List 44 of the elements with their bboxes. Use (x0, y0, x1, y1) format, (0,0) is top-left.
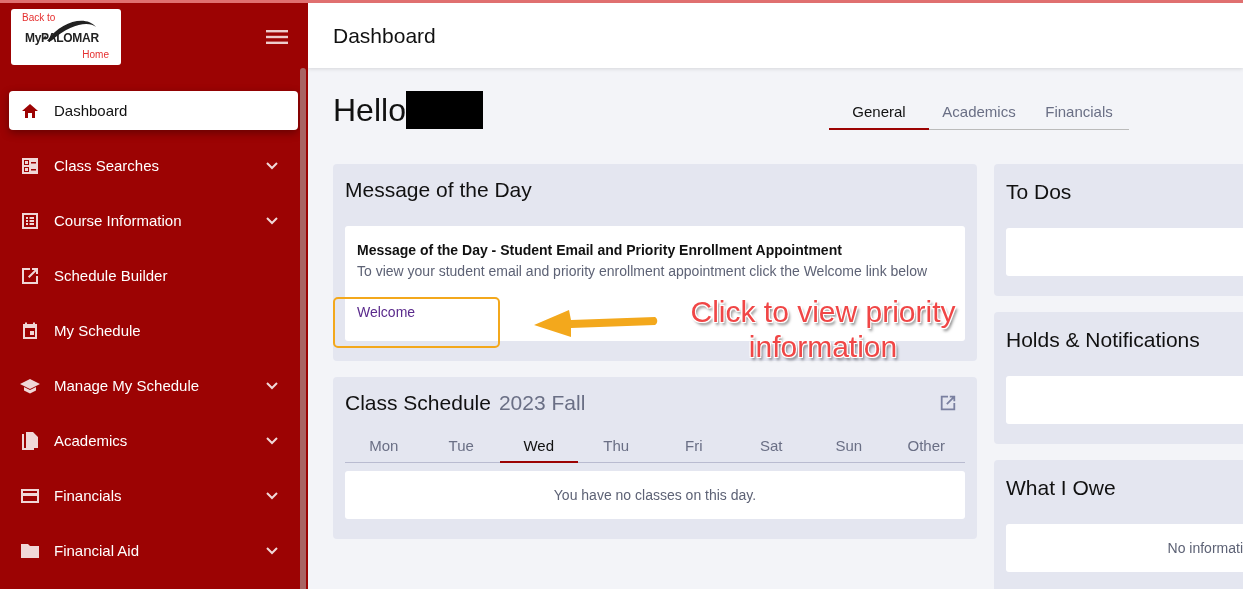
card-title: What I Owe (1006, 476, 1117, 500)
day-tab[interactable]: Thu (577, 437, 655, 463)
nav-item[interactable]: Dashboard (9, 91, 298, 130)
card-title: Holds & Notifications (1006, 328, 1201, 352)
tab[interactable]: Academics (929, 103, 1029, 130)
nav-item[interactable]: Schedule Builder (9, 256, 298, 295)
tab[interactable]: General (829, 103, 929, 130)
message-title: Message of the Day - Student Email and Priority Enrollment Appointment (357, 242, 843, 258)
day-tab[interactable]: Mon (345, 437, 423, 463)
day-tab[interactable]: Wed (500, 437, 578, 463)
day-tab[interactable]: Other (887, 437, 965, 463)
tab[interactable]: Financials (1029, 103, 1129, 130)
nav-item[interactable]: Class Searches (9, 146, 298, 185)
menu-icon[interactable] (266, 29, 288, 45)
nav-icon (20, 155, 40, 176)
card-title: Message of the Day (345, 178, 533, 202)
nav-icon (20, 265, 40, 286)
day-tab[interactable]: Tue (422, 437, 500, 463)
nav-item[interactable]: Financial Aid (9, 531, 298, 570)
scrollbar[interactable] (300, 68, 306, 589)
nav-icon (20, 430, 40, 451)
logo-text: Back to (22, 12, 56, 23)
greeting: Hello (333, 91, 406, 129)
nav-item[interactable]: Financials (9, 476, 298, 515)
annotation-text: Click to view priority information (689, 294, 957, 364)
nav-item[interactable]: Academics (9, 421, 298, 460)
card-title: To Dos (1006, 180, 1073, 204)
open-external-icon[interactable] (939, 394, 957, 412)
day-tab[interactable]: Sun (810, 437, 888, 463)
nav-icon (20, 320, 40, 341)
page-title: Dashboard (333, 23, 436, 48)
nav-item[interactable]: My Schedule (9, 311, 298, 350)
term-label: 2023 Fall (498, 391, 586, 415)
nav-icon (20, 210, 40, 231)
welcome-link[interactable]: Welcome (357, 304, 416, 320)
card-title: Class Schedule (345, 391, 491, 415)
empty-message: No informati (1167, 540, 1243, 556)
message-text: To view your student email and priority enrollment appointment click the Welcome link below (357, 263, 929, 279)
nav-item[interactable]: Course Information (9, 201, 298, 240)
day-tab[interactable]: Fri (655, 437, 733, 463)
logo-text: Home (82, 49, 109, 60)
day-tab[interactable]: Sat (732, 437, 810, 463)
empty-message: You have no classes on this day. (345, 471, 965, 519)
nav-item[interactable]: Manage My Schedule (9, 366, 298, 405)
